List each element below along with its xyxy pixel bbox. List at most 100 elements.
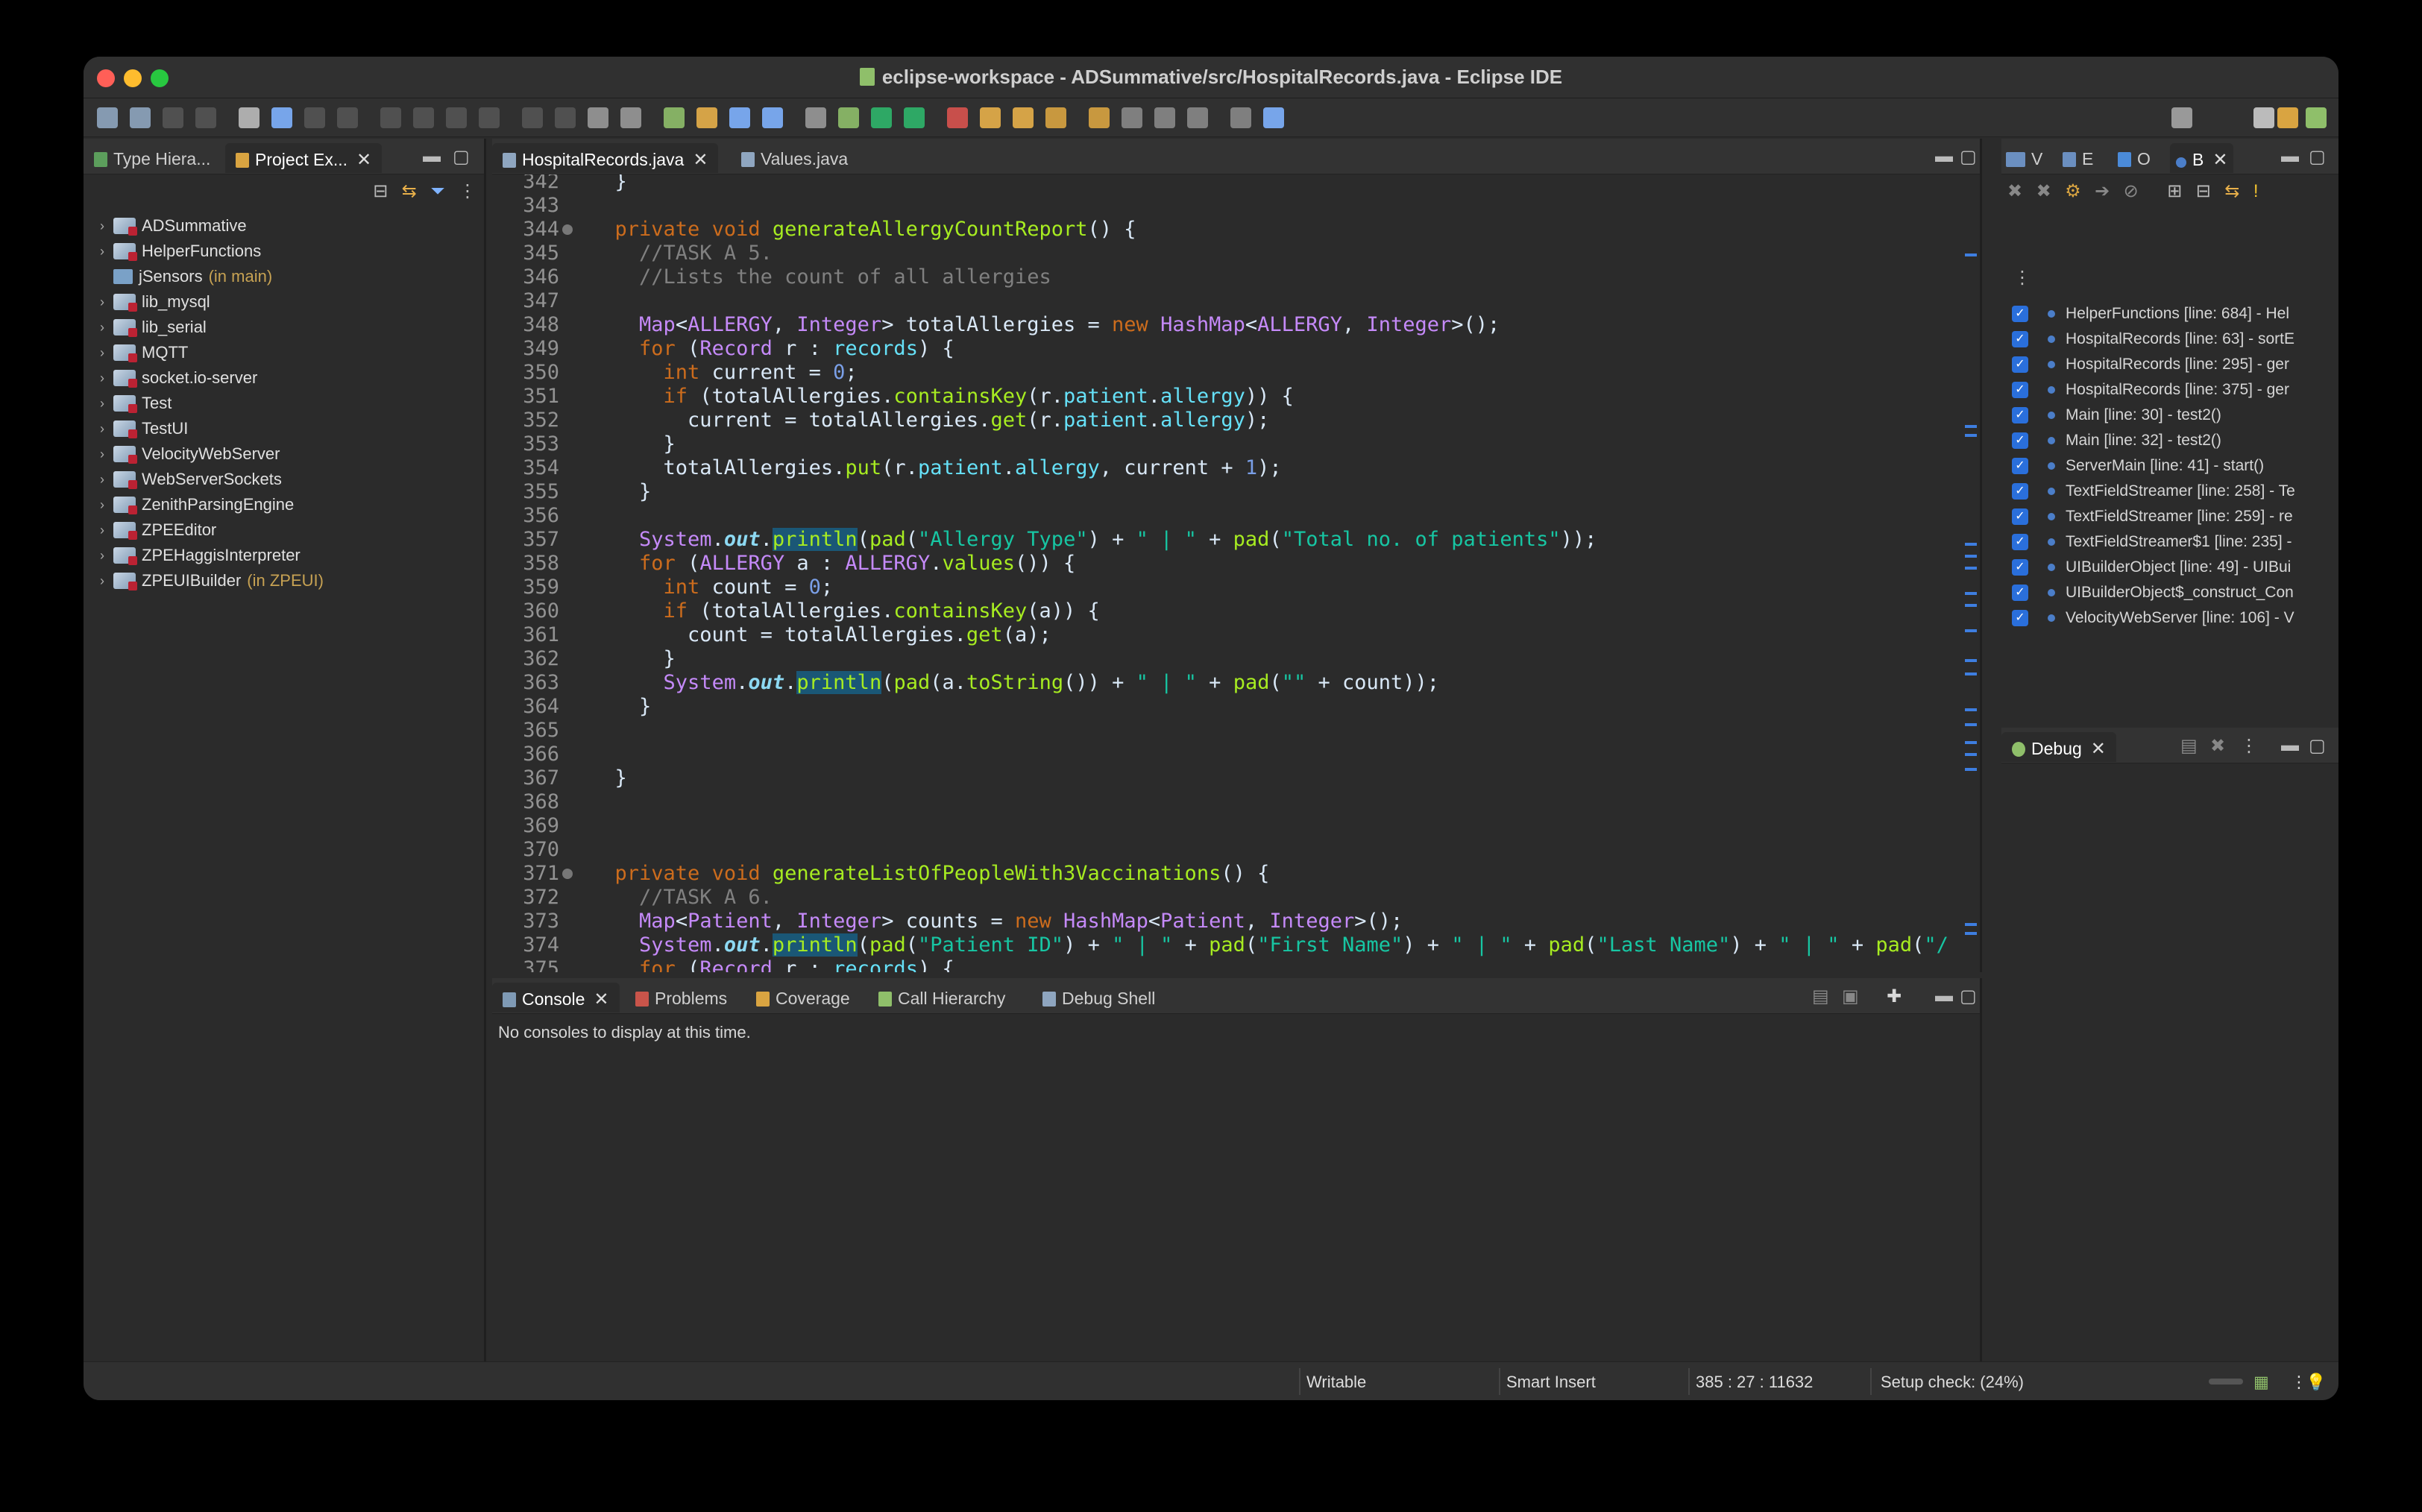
view-menu-icon[interactable]: ⋮ <box>2013 267 2031 289</box>
occurrence-mark[interactable] <box>1965 768 1977 771</box>
code-line[interactable]: 345 //TASK A 5. <box>492 242 1980 265</box>
code-line[interactable]: 356 <box>492 504 1980 528</box>
tab-debug[interactable]: Debug ✕ <box>2001 732 2116 762</box>
debug-perspective-icon[interactable] <box>2306 107 2327 128</box>
tree-item[interactable]: jSensors (in main) <box>84 264 484 289</box>
toolbar-tool-icon[interactable] <box>1013 107 1034 128</box>
toolbar-tool-icon[interactable] <box>729 107 750 128</box>
maximize-panel-icon[interactable]: ▢ <box>1960 146 1977 168</box>
breakpoint-enabled-checkbox[interactable]: ✓ <box>2012 559 2028 576</box>
occurrence-mark[interactable] <box>1965 604 1977 607</box>
chevron-right-icon[interactable]: › <box>91 497 113 513</box>
code-line[interactable]: 343 <box>492 194 1980 218</box>
tree-item[interactable]: › ADSummative <box>84 213 484 239</box>
breakpoint-item[interactable]: ✓ Main [line: 30] - test2() <box>2001 403 2338 428</box>
open-console-icon[interactable]: ✚ <box>1887 986 1902 1007</box>
toolbar-tool-icon[interactable] <box>413 107 434 128</box>
remove-breakpoint-icon[interactable]: ✖ <box>2007 181 2022 201</box>
tab-outline[interactable]: O <box>2113 143 2155 173</box>
code-line[interactable]: 358 for (ALLERGY a : ALLERGY.values()) { <box>492 552 1980 576</box>
code-line[interactable]: 366 <box>492 743 1980 766</box>
toolbar-tool-icon[interactable] <box>664 107 685 128</box>
toolbar-tool-icon[interactable] <box>380 107 401 128</box>
link-with-editor-icon[interactable]: ⇆ <box>402 181 417 201</box>
breakpoint-enabled-checkbox[interactable]: ✓ <box>2012 534 2028 550</box>
search-icon[interactable] <box>2171 107 2192 128</box>
occurrence-mark[interactable] <box>1965 567 1977 570</box>
breakpoint-enabled-checkbox[interactable]: ✓ <box>2012 407 2028 423</box>
minimize-panel-icon[interactable]: ▬ <box>2281 146 2299 167</box>
java-exception-breakpoint-icon[interactable]: ! <box>2253 181 2259 201</box>
toolbar-tool-icon[interactable] <box>871 107 892 128</box>
chevron-right-icon[interactable]: › <box>91 548 113 564</box>
chevron-right-icon[interactable]: › <box>91 244 113 259</box>
toolbar-tool-icon[interactable] <box>838 107 859 128</box>
minimize-panel-icon[interactable]: ▬ <box>423 146 441 167</box>
toolbar-tool-icon[interactable] <box>555 107 576 128</box>
tree-item[interactable]: › WebServerSockets <box>84 467 484 492</box>
view-menu-icon[interactable]: ⋮ <box>459 181 476 201</box>
occurrence-mark[interactable] <box>1965 629 1977 632</box>
remove-all-breakpoints-icon[interactable]: ✖ <box>2036 181 2051 201</box>
override-marker-icon[interactable] <box>562 224 573 235</box>
toolbar-tool-icon[interactable] <box>97 107 118 128</box>
toolbar-tool-icon[interactable] <box>239 107 260 128</box>
breakpoint-enabled-checkbox[interactable]: ✓ <box>2012 585 2028 601</box>
occurrence-mark[interactable] <box>1965 932 1977 935</box>
toolbar-tool-icon[interactable] <box>904 107 925 128</box>
code-line[interactable]: 357 System.out.println(pad("Allergy Type… <box>492 528 1980 552</box>
toolbar-tool-icon[interactable] <box>620 107 641 128</box>
code-line[interactable]: 375 for (Record r : records) { <box>492 957 1980 972</box>
chevron-right-icon[interactable]: › <box>91 472 113 488</box>
tree-item[interactable]: › VelocityWebServer <box>84 441 484 467</box>
maximize-panel-icon[interactable]: ▢ <box>1960 986 1977 1007</box>
maximize-panel-icon[interactable]: ▢ <box>453 146 470 168</box>
code-line[interactable]: 370 <box>492 838 1980 862</box>
breakpoint-enabled-checkbox[interactable]: ✓ <box>2012 356 2028 373</box>
breakpoint-enabled-checkbox[interactable]: ✓ <box>2012 610 2028 626</box>
breakpoint-item[interactable]: ✓ TextFieldStreamer$1 [line: 235] - <box>2001 529 2338 555</box>
code-line[interactable]: 372 //TASK A 6. <box>492 886 1980 910</box>
breakpoint-item[interactable]: ✓ UIBuilderObject$_construct_Con <box>2001 580 2338 605</box>
breakpoint-enabled-checkbox[interactable]: ✓ <box>2012 458 2028 474</box>
chevron-right-icon[interactable]: › <box>91 396 113 412</box>
chevron-right-icon[interactable]: › <box>91 523 113 538</box>
code-editor[interactable]: 342 } 343 344 private void generateAllergy… <box>492 174 1980 972</box>
tree-item[interactable]: › ZPEUIBuilder (in ZPEUI) <box>84 568 484 593</box>
code-line[interactable]: 347 <box>492 289 1980 313</box>
code-line[interactable]: 363 System.out.println(pad(a.toString())… <box>492 671 1980 695</box>
close-icon[interactable]: ✕ <box>356 149 371 171</box>
code-line[interactable]: 354 totalAllergies.put(r.patient.allergy… <box>492 456 1980 480</box>
go-to-file-icon[interactable]: ➔ <box>2095 181 2110 201</box>
open-perspective-icon[interactable] <box>2253 107 2274 128</box>
tree-item[interactable]: › ZPEHaggisInterpreter <box>84 543 484 568</box>
sync-icon[interactable]: ▦ <box>2253 1373 2269 1392</box>
occurrence-mark[interactable] <box>1965 708 1977 711</box>
toolbar-tool-icon[interactable] <box>1230 107 1251 128</box>
tab-console[interactable]: Console ✕ <box>492 983 620 1012</box>
toolbar-tool-icon[interactable] <box>947 107 968 128</box>
show-breakpoints-icon[interactable]: ⚙ <box>2065 181 2081 201</box>
occurrence-mark[interactable] <box>1965 555 1977 558</box>
close-icon[interactable]: ✕ <box>693 149 708 171</box>
maximize-panel-icon[interactable]: ▢ <box>2309 146 2326 168</box>
code-line[interactable]: 350 int current = 0; <box>492 361 1980 385</box>
collapse-all-icon[interactable]: ⊟ <box>373 181 388 201</box>
chevron-right-icon[interactable]: › <box>91 447 113 462</box>
code-line[interactable]: 364 } <box>492 695 1980 719</box>
override-marker-icon[interactable] <box>562 869 573 879</box>
breakpoint-item[interactable]: ✓ TextFieldStreamer [line: 258] - Te <box>2001 479 2338 504</box>
chevron-right-icon[interactable]: › <box>91 294 113 310</box>
tab-hospitalrecords-java[interactable]: HospitalRecords.java ✕ <box>492 143 719 173</box>
toolbar-tool-icon[interactable] <box>1045 107 1066 128</box>
breakpoint-enabled-checkbox[interactable]: ✓ <box>2012 432 2028 449</box>
toolbar-tool-icon[interactable] <box>1122 107 1142 128</box>
occurrence-mark[interactable] <box>1965 672 1977 675</box>
link-with-debug-view-icon[interactable]: ⇆ <box>2224 181 2239 201</box>
code-line[interactable]: 360 if (totalAllergies.containsKey(a)) { <box>492 599 1980 623</box>
code-line[interactable]: 352 current = totalAllergies.get(r.patie… <box>492 409 1980 432</box>
pin-console-icon[interactable]: ▤ <box>1812 986 1829 1007</box>
code-line[interactable]: 362 } <box>492 647 1980 671</box>
toolbar-tool-icon[interactable] <box>446 107 467 128</box>
code-line[interactable]: 374 System.out.println(pad("Patient ID")… <box>492 933 1980 957</box>
